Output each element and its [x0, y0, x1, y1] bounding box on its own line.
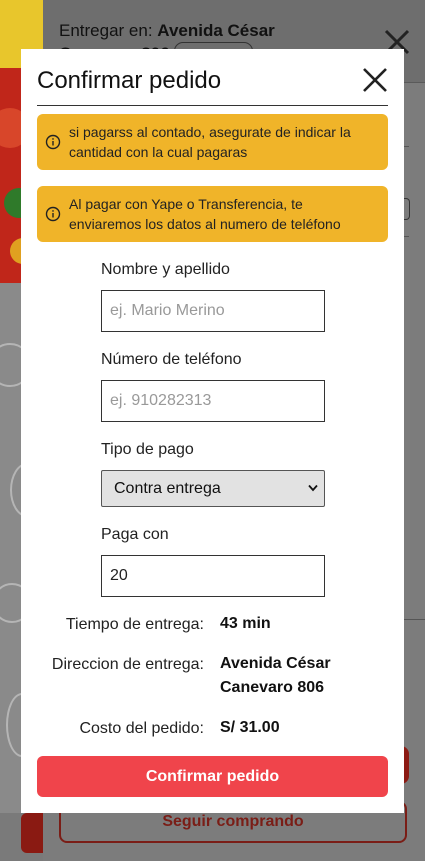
- confirm-order-button[interactable]: Confirmar pedido: [37, 756, 388, 797]
- info-icon: [45, 134, 61, 150]
- modal-title: Confirmar pedido: [37, 67, 222, 94]
- name-label: Nombre y apellido: [101, 261, 230, 278]
- modal-header: Confirmar pedido: [37, 49, 388, 106]
- background-left-button: [21, 813, 43, 853]
- confirm-order-modal: Confirmar pedido si pagarss al contado, …: [21, 49, 404, 813]
- pay-with-label: Paga con: [101, 526, 169, 543]
- transfer-payment-alert: Al pagar con Yape o Transferencia, te en…: [37, 186, 388, 242]
- name-input[interactable]: [101, 290, 325, 332]
- payment-type-select[interactable]: Contra entrega: [101, 470, 325, 507]
- phone-label: Número de teléfono: [101, 351, 242, 368]
- phone-input[interactable]: [101, 380, 325, 422]
- order-cost-value: S/ 31.00: [220, 719, 280, 736]
- alert-text: Al pagar con Yape o Transferencia, te en…: [69, 196, 341, 232]
- delivery-address-label: Direccion de entrega:: [51, 656, 204, 673]
- order-cost-label: Costo del pedido:: [79, 720, 204, 737]
- close-icon[interactable]: [362, 67, 388, 93]
- payment-type-label: Tipo de pago: [101, 441, 194, 458]
- cash-payment-alert: si pagarss al contado, asegurate de indi…: [37, 114, 388, 170]
- divider: [404, 619, 425, 620]
- delivery-address-value: Avenida César Canevaro 806: [220, 655, 331, 696]
- pay-with-input[interactable]: [101, 555, 325, 597]
- delivery-time-value: 43 min: [220, 615, 271, 632]
- divider: [404, 146, 409, 147]
- deliver-prefix: Entregar en:: [59, 21, 153, 40]
- info-icon: [45, 206, 61, 222]
- alert-text: si pagarss al contado, asegurate de indi…: [69, 124, 351, 160]
- divider: [404, 236, 409, 237]
- chevron-down-icon: [308, 484, 318, 492]
- payment-type-value: Contra entrega: [114, 479, 221, 497]
- delivery-time-label: Tiempo de entrega:: [65, 616, 204, 633]
